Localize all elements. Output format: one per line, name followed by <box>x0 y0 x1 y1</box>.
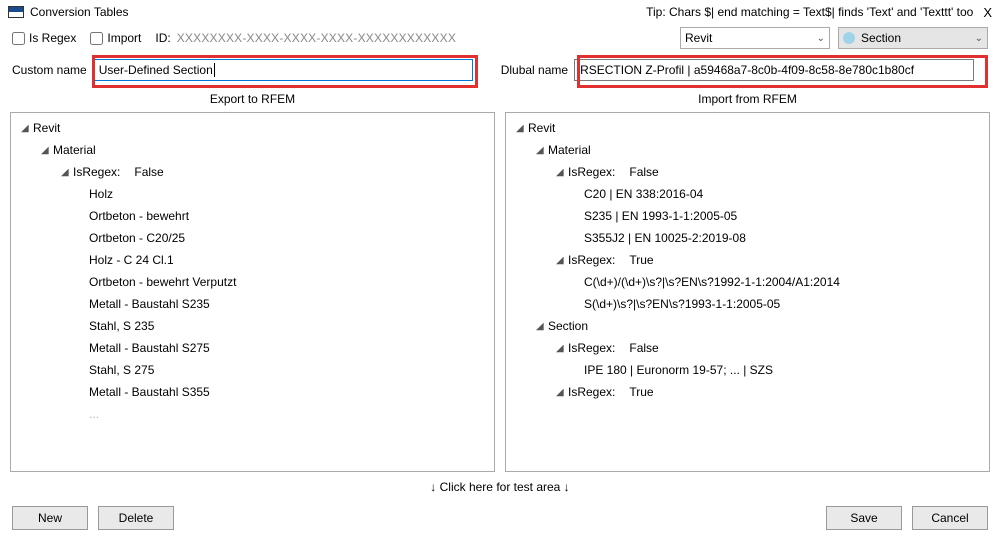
export-panel: Export to RFEM ◢Revit ◢Material ◢IsRegex… <box>10 88 495 472</box>
new-button[interactable]: New <box>12 506 88 530</box>
import-label: Import <box>107 31 141 45</box>
tree-leaf[interactable]: S355J2 | EN 10025-2:2019-08 <box>512 227 983 249</box>
tree-node-root[interactable]: ◢Revit <box>512 117 983 139</box>
tree-node-material[interactable]: ◢Material <box>17 139 488 161</box>
tree-leaf[interactable]: Ortbeton - bewehrt <box>17 205 488 227</box>
app-combo[interactable]: Revit ⌄ <box>680 27 830 49</box>
tree-leaf[interactable]: Stahl, S 275 <box>17 359 488 381</box>
tree-leaf[interactable]: C(\d+)/(\d+)\s?|\s?EN\s?1992-1-1:2004/A1… <box>512 271 983 293</box>
options-row: Is Regex Import ID: XXXXXXXX-XXXX-XXXX-X… <box>0 24 1000 52</box>
tree-node-section[interactable]: ◢Section <box>512 315 983 337</box>
tree-node-isregex-false[interactable]: ◢IsRegex:False <box>17 161 488 183</box>
close-icon[interactable]: X <box>983 5 992 20</box>
chevron-down-icon: ⌄ <box>975 33 983 44</box>
cancel-button[interactable]: Cancel <box>912 506 988 530</box>
id-mask: XXXXXXXX-XXXX-XXXX-XXXX-XXXXXXXXXXXX <box>177 31 456 45</box>
tree-leaf[interactable]: Holz - C 24 Cl.1 <box>17 249 488 271</box>
tree-leaf[interactable]: Holz <box>17 183 488 205</box>
custom-name-value: User-Defined Section <box>99 63 215 77</box>
import-checkbox[interactable]: Import <box>90 31 141 45</box>
test-area-toggle[interactable]: ↓ Click here for test area ↓ <box>0 472 1000 502</box>
export-tree[interactable]: ◢Revit ◢Material ◢IsRegex:False Holz Ort… <box>10 112 495 472</box>
tree-leaf[interactable]: ... <box>17 403 488 425</box>
tree-leaf[interactable]: C20 | EN 338:2016-04 <box>512 183 983 205</box>
tree-leaf[interactable]: Metall - Baustahl S275 <box>17 337 488 359</box>
dlubal-name-label: Dlubal name <box>501 63 568 77</box>
is-regex-checkbox[interactable]: Is Regex <box>12 31 76 45</box>
titlebar: Conversion Tables Tip: Chars $| end matc… <box>0 0 1000 24</box>
app-combo-value: Revit <box>685 31 712 45</box>
is-regex-label: Is Regex <box>29 31 76 45</box>
dlubal-name-input[interactable]: RSECTION Z-Profil | a59468a7-8c0b-4f09-8… <box>574 59 974 81</box>
import-tree[interactable]: ◢Revit ◢Material ◢IsRegex:False C20 | EN… <box>505 112 990 472</box>
id-label: ID: <box>155 31 170 45</box>
custom-name-label: Custom name <box>12 63 87 77</box>
tree-leaf[interactable]: Ortbeton - bewehrt Verputzt <box>17 271 488 293</box>
type-combo-value: Section <box>861 31 901 45</box>
tree-node-isregex-true[interactable]: ◢IsRegex:True <box>512 249 983 271</box>
tree-leaf[interactable]: Metall - Baustahl S355 <box>17 381 488 403</box>
app-icon <box>8 6 24 18</box>
tree-node-isregex-false[interactable]: ◢IsRegex:False <box>512 161 983 183</box>
tree-leaf[interactable]: Stahl, S 235 <box>17 315 488 337</box>
footer: New Delete Save Cancel <box>0 502 1000 530</box>
tree-node-isregex-true-sec[interactable]: ◢IsRegex:True <box>512 381 983 403</box>
tree-leaf[interactable]: S235 | EN 1993-1-1:2005-05 <box>512 205 983 227</box>
custom-name-input[interactable]: User-Defined Section <box>93 59 473 81</box>
export-panel-title: Export to RFEM <box>10 88 495 112</box>
tip-text: Tip: Chars $| end matching = Text$| find… <box>646 5 973 19</box>
delete-button[interactable]: Delete <box>98 506 174 530</box>
dlubal-name-value: RSECTION Z-Profil | a59468a7-8c0b-4f09-8… <box>580 63 914 77</box>
section-color-icon <box>843 32 855 44</box>
tree-leaf[interactable]: IPE 180 | Euronorm 19-57; ... | SZS <box>512 359 983 381</box>
tree-leaf[interactable]: Metall - Baustahl S235 <box>17 293 488 315</box>
window-title: Conversion Tables <box>30 5 129 19</box>
tree-node-root[interactable]: ◢Revit <box>17 117 488 139</box>
tree-leaf[interactable]: Ortbeton - C20/25 <box>17 227 488 249</box>
save-button[interactable]: Save <box>826 506 902 530</box>
type-combo[interactable]: Section ⌄ <box>838 27 988 49</box>
import-panel-title: Import from RFEM <box>505 88 990 112</box>
tree-node-material[interactable]: ◢Material <box>512 139 983 161</box>
chevron-down-icon: ⌄ <box>817 33 825 44</box>
tree-node-isregex-false-sec[interactable]: ◢IsRegex:False <box>512 337 983 359</box>
names-row: Custom name User-Defined Section Dlubal … <box>0 52 1000 88</box>
import-panel: Import from RFEM ◢Revit ◢Material ◢IsReg… <box>505 88 990 472</box>
tree-leaf[interactable]: S(\d+)\s?|\s?EN\s?1993-1-1:2005-05 <box>512 293 983 315</box>
